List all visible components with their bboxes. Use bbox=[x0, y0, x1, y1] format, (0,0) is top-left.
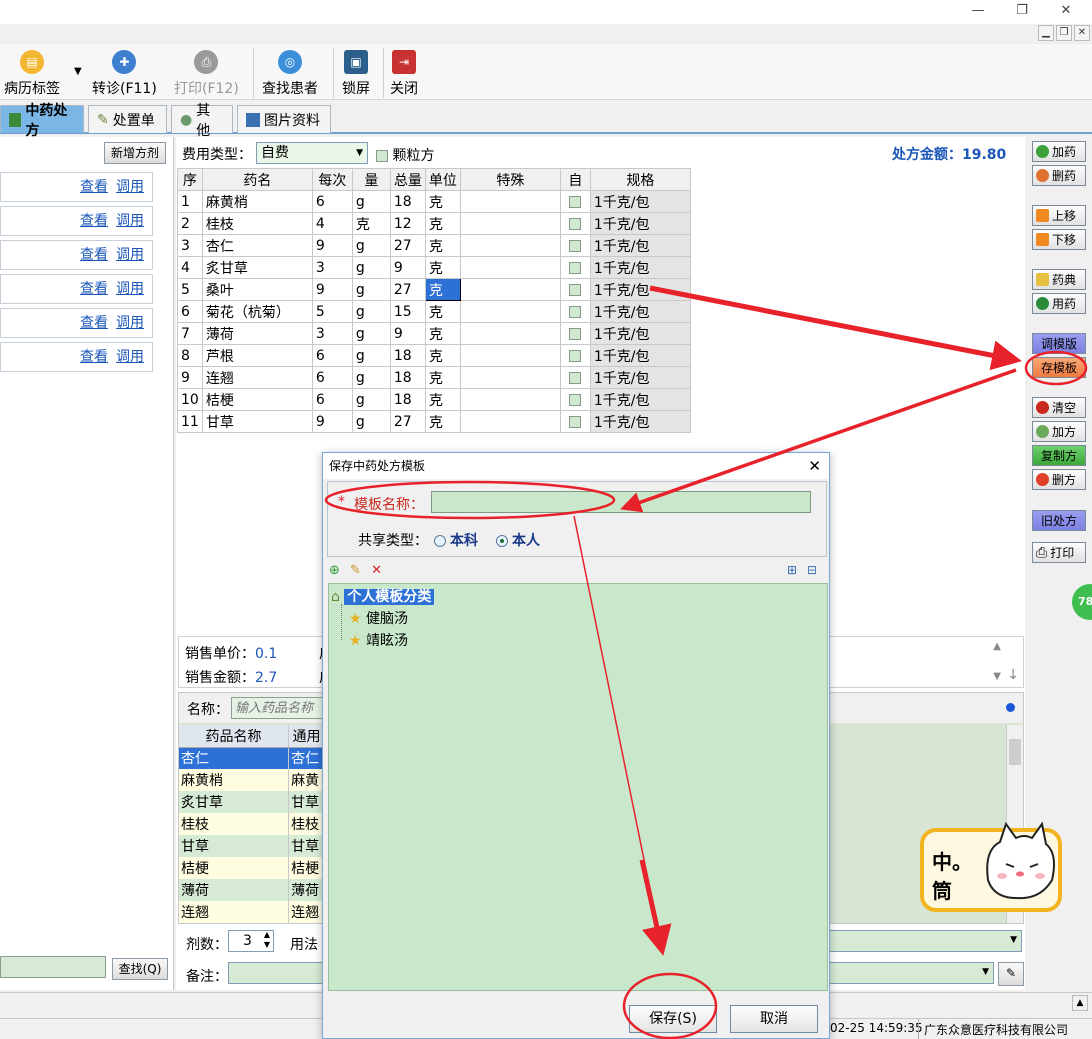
annotation-arrow bbox=[639, 859, 672, 956]
annotation-arrow bbox=[649, 285, 1022, 371]
annotation-overlay bbox=[324, 285, 1088, 1039]
annotation-ellipse bbox=[1024, 350, 1088, 386]
annotation-ellipse bbox=[324, 480, 616, 520]
annotation-ellipse bbox=[622, 972, 718, 1039]
annotation-arrow bbox=[620, 368, 1017, 513]
